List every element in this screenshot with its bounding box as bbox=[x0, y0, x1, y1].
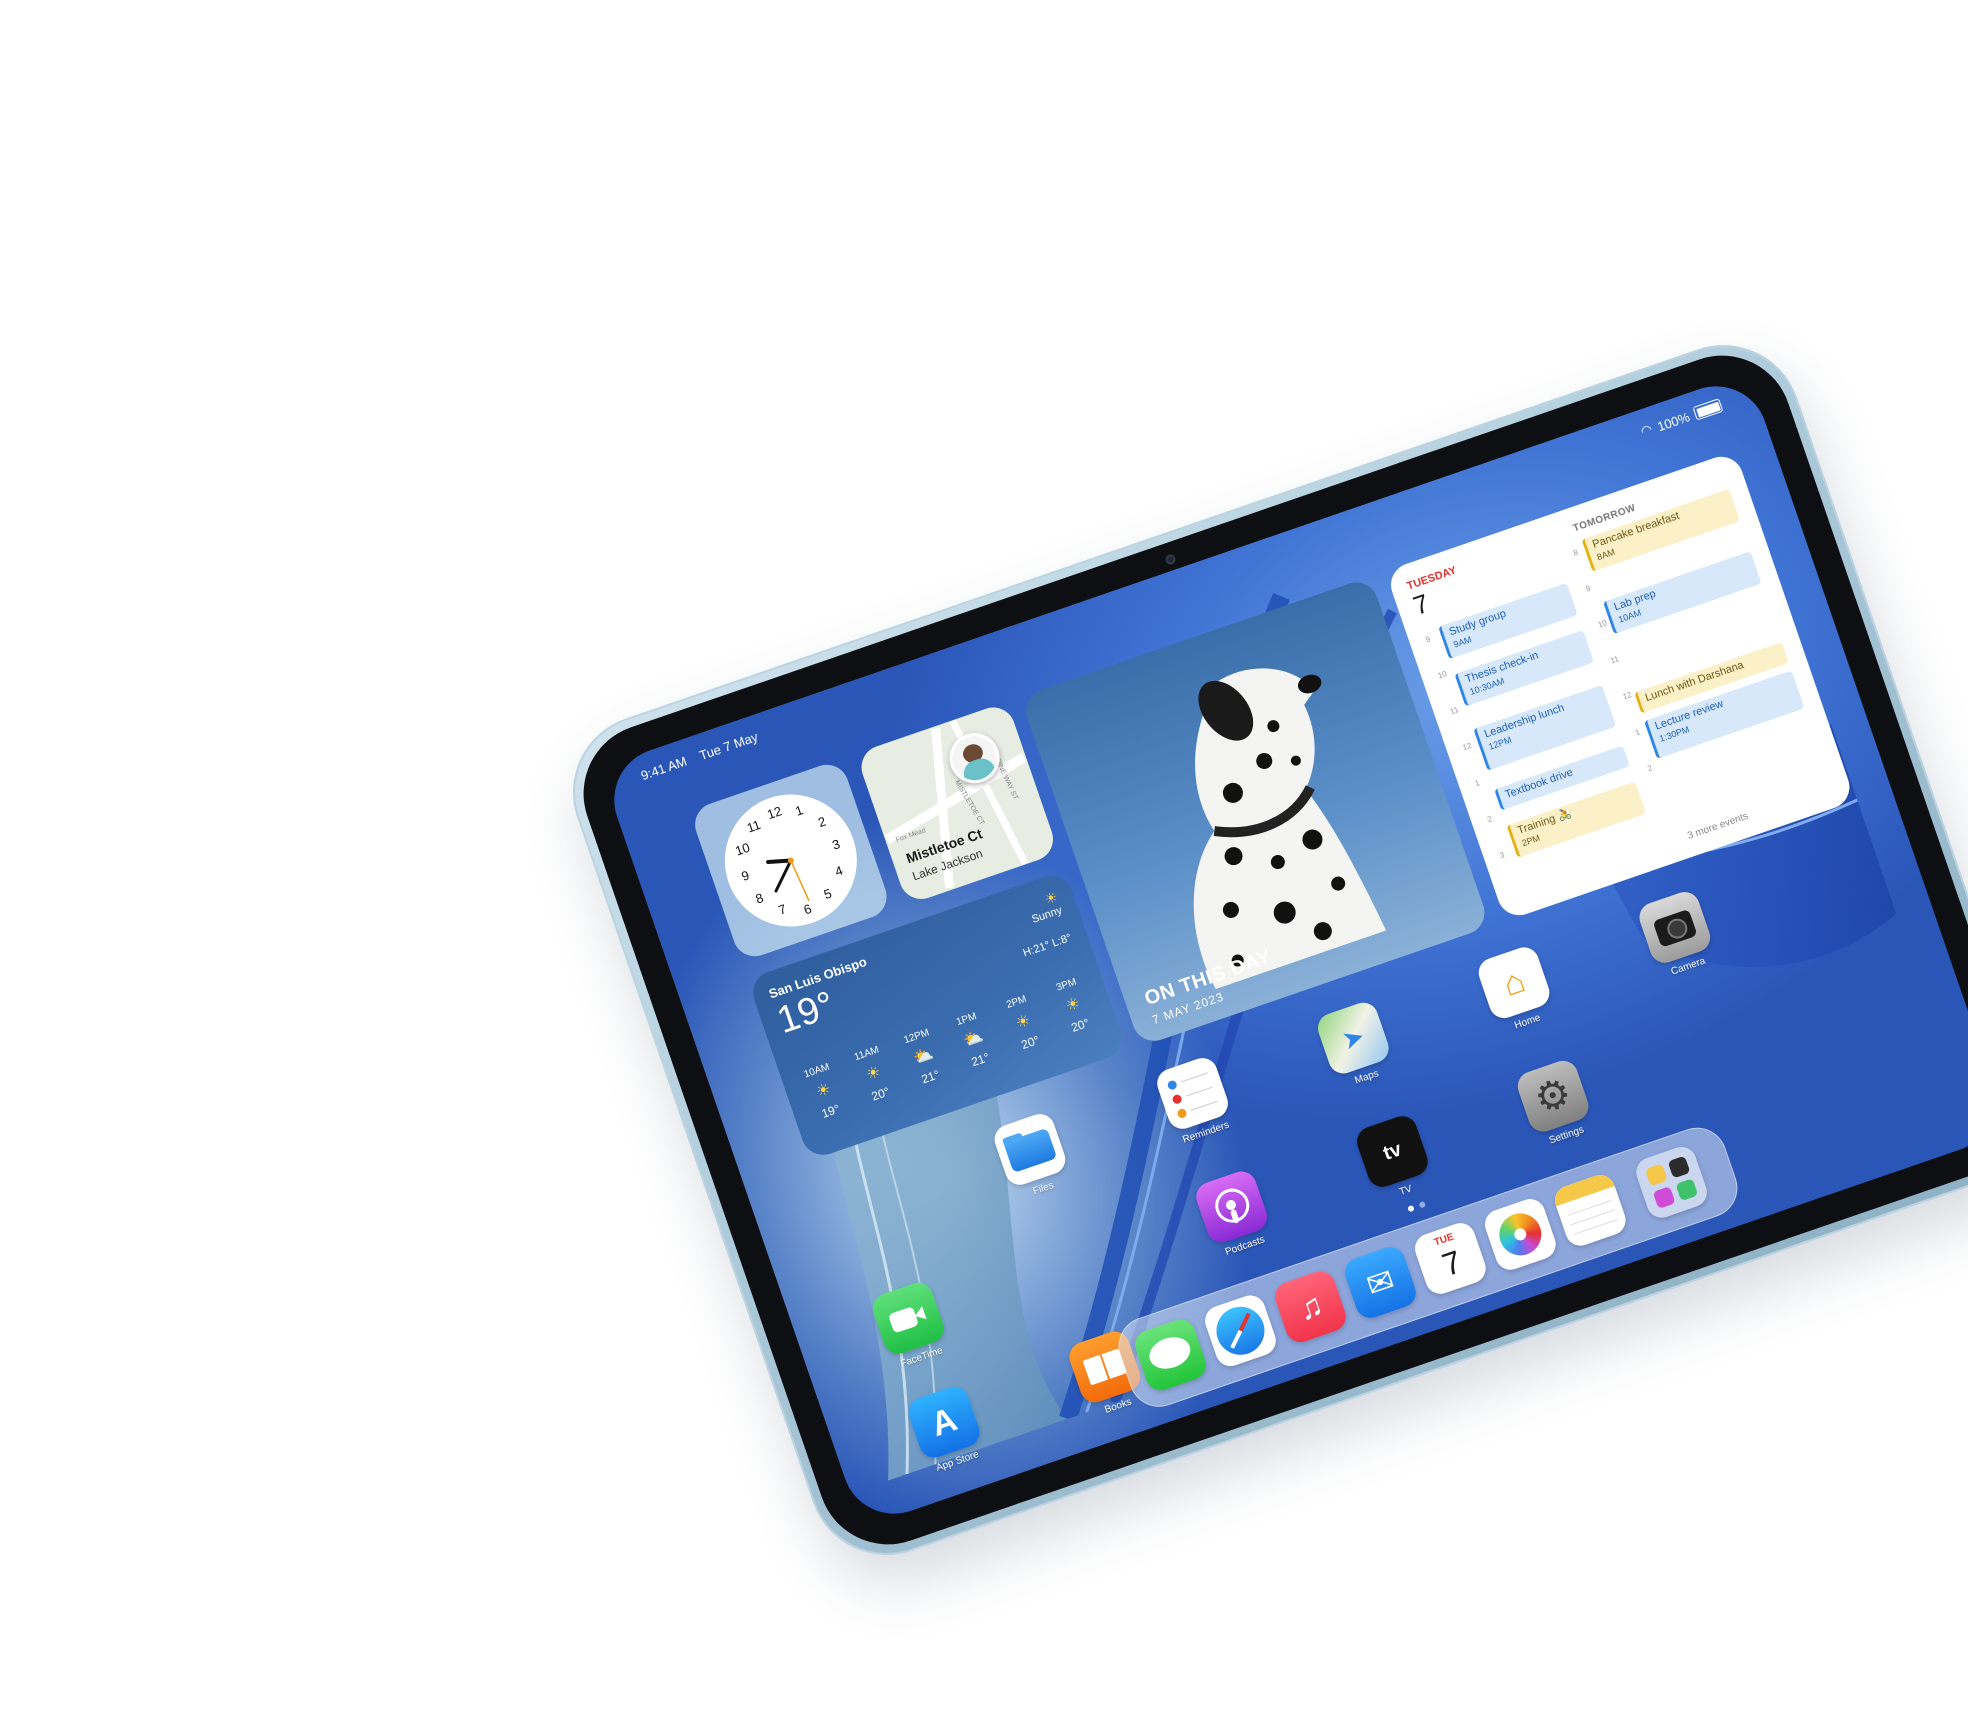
forecast-hour: 10AM ☀ 19° bbox=[794, 1059, 854, 1125]
mail-envelope-icon: ✉ bbox=[1340, 1243, 1420, 1322]
dock-mail[interactable]: ✉ bbox=[1338, 1242, 1422, 1323]
dock-app-library[interactable] bbox=[1629, 1142, 1713, 1223]
forecast-time: 3PM bbox=[1054, 976, 1078, 994]
event-title: Textbook drive bbox=[1503, 766, 1575, 801]
hour-label: 9 bbox=[1424, 634, 1432, 645]
calendar-icon: TUE 7 bbox=[1410, 1219, 1490, 1298]
hour-label: 3 bbox=[1498, 850, 1506, 861]
forecast-hour: 11AM ☀ 20° bbox=[844, 1041, 904, 1107]
forecast-time: 2PM bbox=[1004, 993, 1029, 1011]
hour-label: 8 bbox=[1572, 547, 1580, 558]
sun-icon: ☀ bbox=[1013, 1011, 1033, 1033]
analog-clock-face: 12 1 2 3 4 5 6 7 8 9 10 11 bbox=[724, 794, 857, 927]
condition-text: Sunny bbox=[1030, 904, 1064, 926]
dock-photos[interactable] bbox=[1478, 1194, 1562, 1275]
forecast-hour: 12PM ⛅ 21° bbox=[894, 1024, 954, 1090]
dalmatian-photo bbox=[1193, 668, 1387, 990]
ipad-device: 9:41 AM Tue 7 May ◠ 100% 12 1 2 3 4 5 6 … bbox=[551, 323, 1968, 1577]
messages-icon bbox=[1131, 1315, 1210, 1395]
dock-music[interactable]: ♫ bbox=[1268, 1266, 1352, 1347]
bezel: 9:41 AM Tue 7 May ◠ 100% 12 1 2 3 4 5 6 … bbox=[564, 336, 1968, 1564]
hour-label: 1 bbox=[1473, 778, 1481, 789]
photos-flower-icon bbox=[1480, 1194, 1560, 1274]
hour-label: 9 bbox=[1584, 583, 1592, 594]
forecast-temp: 19° bbox=[819, 1101, 842, 1121]
forecast-temp: 21° bbox=[919, 1067, 942, 1087]
forecast-hour: 3PM ☀ 20° bbox=[1044, 973, 1104, 1039]
calendar-event[interactable]: Pancake breakfast 8AM bbox=[1581, 488, 1741, 572]
notes-icon bbox=[1550, 1170, 1630, 1250]
calendar-event[interactable]: Lab prep 10AM bbox=[1602, 551, 1762, 635]
forecast-temp: 20° bbox=[1069, 1015, 1092, 1035]
partly-sunny-icon: ⛅ bbox=[961, 1028, 986, 1051]
hour-label: 10 bbox=[1596, 618, 1609, 630]
weather-high-low: H:21° L:8° bbox=[1021, 931, 1074, 960]
wifi-icon: ◠ bbox=[1638, 421, 1655, 439]
dock-messages[interactable] bbox=[1128, 1314, 1212, 1395]
calendar-today-number: 7 bbox=[1409, 587, 1433, 621]
forecast-hour: 2PM ☀ 20° bbox=[994, 990, 1054, 1056]
forecast-temp: 20° bbox=[869, 1084, 892, 1104]
more-events[interactable]: 3 more events bbox=[1686, 811, 1750, 842]
forecast-temp: 21° bbox=[969, 1050, 992, 1070]
dock-notes[interactable] bbox=[1548, 1170, 1632, 1251]
dock-calendar[interactable]: TUE 7 bbox=[1408, 1218, 1492, 1299]
dock-safari[interactable] bbox=[1198, 1290, 1282, 1371]
app-library-icon bbox=[1632, 1142, 1712, 1222]
hour-label: 10 bbox=[1436, 669, 1449, 681]
calendar-today-name: TUESDAY bbox=[1405, 564, 1459, 593]
home-screen[interactable]: 9:41 AM Tue 7 May ◠ 100% 12 1 2 3 4 5 6 … bbox=[600, 372, 1968, 1528]
hour-label: 2 bbox=[1646, 763, 1654, 774]
hour-label: 11 bbox=[1449, 705, 1460, 717]
hour-label: 12 bbox=[1621, 690, 1633, 702]
hour-label: 1 bbox=[1633, 727, 1642, 738]
music-note-icon: ♫ bbox=[1271, 1267, 1350, 1347]
hour-label: 2 bbox=[1486, 814, 1494, 825]
forecast-hour: 1PM ⛅ 21° bbox=[944, 1007, 1004, 1073]
hour-label: 12 bbox=[1461, 740, 1473, 753]
forecast-temp: 20° bbox=[1019, 1032, 1042, 1053]
forecast-time: 1PM bbox=[955, 1010, 979, 1029]
front-camera bbox=[1164, 553, 1177, 566]
safari-compass-icon bbox=[1201, 1291, 1280, 1371]
avatar bbox=[942, 726, 1007, 790]
weather-condition: ☀ Sunny bbox=[1025, 888, 1064, 926]
sun-icon: ☀ bbox=[1063, 994, 1083, 1016]
hour-label: 11 bbox=[1609, 654, 1620, 666]
